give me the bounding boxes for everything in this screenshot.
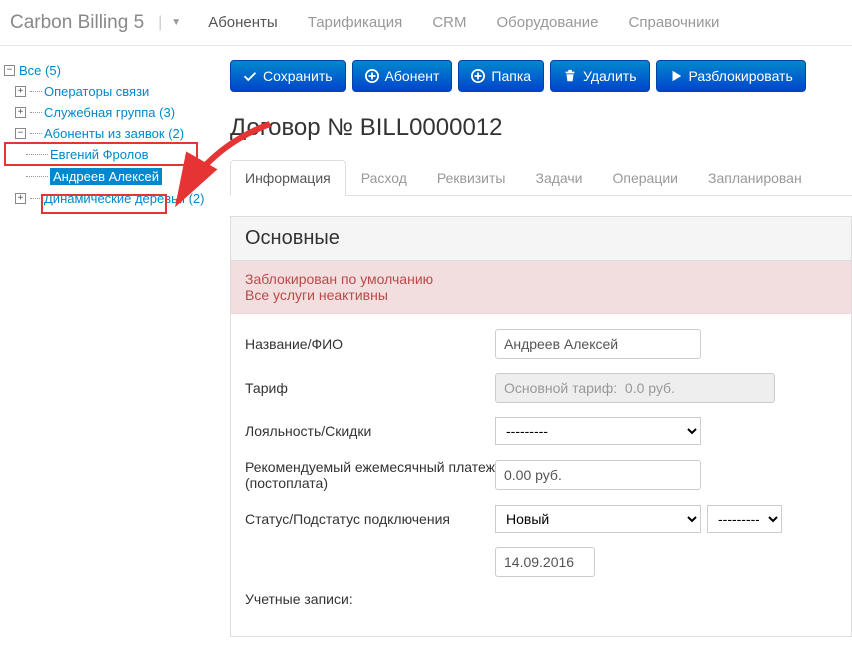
- tab-scheduled[interactable]: Запланирован: [693, 160, 817, 195]
- tree-collapse-icon[interactable]: −: [15, 128, 26, 139]
- folder-button[interactable]: Папка: [458, 60, 544, 92]
- label-status: Статус/Подстатус подключения: [245, 511, 495, 527]
- tree-collapse-icon[interactable]: −: [4, 65, 15, 76]
- tab-operations[interactable]: Операции: [598, 160, 694, 195]
- nav-subscribers[interactable]: Абоненты: [193, 2, 293, 43]
- substatus-select[interactable]: ---------: [707, 505, 782, 533]
- nav-crm[interactable]: CRM: [417, 2, 481, 43]
- label-recommended: Рекомендуемый ежемесячный платеж (постоп…: [245, 459, 495, 491]
- sidebar-tree: − Все (5) + Операторы связи + Служебная …: [0, 46, 216, 647]
- name-field[interactable]: [495, 329, 701, 359]
- tree-expand-icon[interactable]: +: [15, 193, 26, 204]
- tree-expand-icon[interactable]: +: [15, 86, 26, 97]
- page-title: Договор № BILL0000012: [230, 114, 852, 142]
- app-logo: Carbon Billing 5: [10, 12, 144, 34]
- tree-from-requests[interactable]: Абоненты из заявок (2): [44, 126, 184, 141]
- plus-circle-icon: [471, 69, 485, 83]
- delete-button[interactable]: Удалить: [550, 60, 649, 92]
- tree-connector: [30, 133, 42, 134]
- tab-expense[interactable]: Расход: [346, 160, 422, 195]
- status-select[interactable]: Новый: [495, 505, 701, 533]
- tree-service-group[interactable]: Служебная группа (3): [44, 105, 175, 120]
- tree-operators[interactable]: Операторы связи: [44, 84, 149, 99]
- alert-blocked: Заблокирован по умолчанию Все услуги неа…: [231, 261, 851, 314]
- tree-connector: [30, 198, 42, 199]
- label-tariff: Тариф: [245, 380, 495, 396]
- tariff-field[interactable]: [495, 373, 775, 403]
- loyalty-select[interactable]: ---------: [495, 417, 701, 445]
- label-name: Название/ФИО: [245, 336, 495, 352]
- panel-title: Основные: [231, 217, 851, 261]
- tree-expand-icon[interactable]: +: [15, 107, 26, 118]
- unblock-button[interactable]: Разблокировать: [656, 60, 806, 92]
- tree-frolov[interactable]: Евгений Фролов: [50, 147, 149, 162]
- tree-all[interactable]: Все (5): [19, 63, 61, 78]
- tree-andreev[interactable]: Андреев Алексей: [50, 168, 162, 185]
- tree-dynamic[interactable]: Динамические деревья (2): [44, 191, 204, 206]
- tree-connector: [30, 112, 42, 113]
- logo-dropdown[interactable]: ▼: [171, 17, 181, 28]
- recommended-field[interactable]: [495, 460, 701, 490]
- trash-icon: [563, 69, 577, 83]
- nav-equipment[interactable]: Оборудование: [481, 2, 613, 43]
- tree-connector: [26, 154, 48, 155]
- play-icon: [669, 69, 683, 83]
- tree-connector: [26, 176, 48, 177]
- tab-tasks[interactable]: Задачи: [520, 160, 597, 195]
- tree-connector: [30, 91, 42, 92]
- tab-info[interactable]: Информация: [230, 160, 346, 196]
- nav-tariffing[interactable]: Тарификация: [293, 2, 418, 43]
- subscriber-button[interactable]: Абонент: [352, 60, 453, 92]
- label-loyalty: Лояльность/Скидки: [245, 423, 495, 439]
- date-field[interactable]: [495, 547, 595, 577]
- plus-circle-icon: [365, 69, 379, 83]
- check-icon: [243, 69, 257, 83]
- divider: |: [158, 14, 162, 32]
- nav-directories[interactable]: Справочники: [614, 2, 735, 43]
- save-button[interactable]: Сохранить: [230, 60, 346, 92]
- label-accounts: Учетные записи:: [245, 591, 495, 607]
- tab-details[interactable]: Реквизиты: [422, 160, 521, 195]
